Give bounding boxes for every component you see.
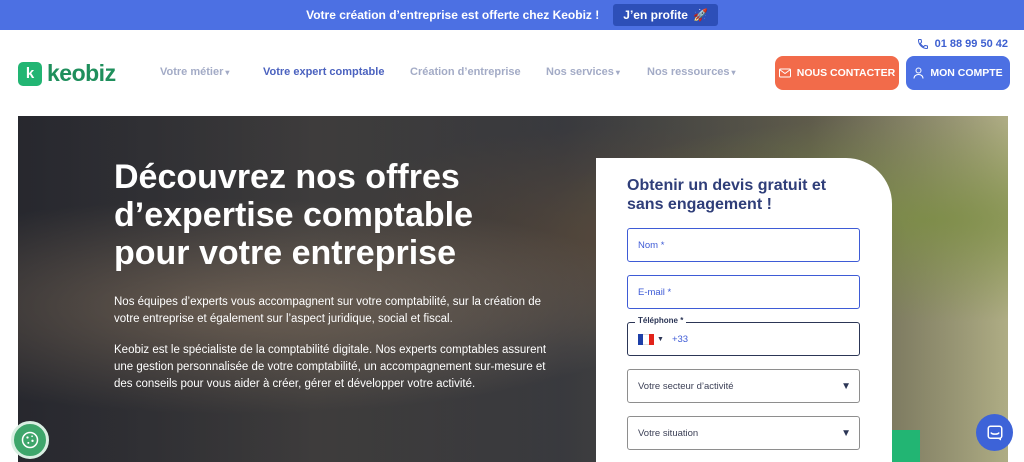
promo-banner: Votre création d’entreprise est offerte … [0,0,1024,30]
promo-text: Votre création d’entreprise est offerte … [306,8,600,22]
account-button-label: MON COMPTE [930,67,1003,79]
email-field[interactable]: E-mail * [627,275,860,309]
mail-icon [778,68,791,78]
nav-item-creation-entreprise[interactable]: Création d’entreprise [410,66,546,78]
account-button[interactable]: MON COMPTE [906,56,1010,90]
phone-link[interactable]: 01 88 99 50 42 [917,38,1008,50]
main-nav: Votre métier ▾ Votre expert comptable Cr… [160,66,757,78]
hero-paragraph-1: Nos équipes d’experts vous accompagnent … [114,296,542,325]
logo-mark-icon: k [18,61,42,86]
email-placeholder: E-mail * [638,286,672,298]
dropdown-arrow-icon: ▼ [841,380,851,392]
cookie-settings-button[interactable] [11,421,49,459]
nav-item-nos-ressources[interactable]: Nos ressources ▾ [647,66,757,78]
site-header: 01 88 99 50 42 k keobiz Votre métier ▾ V… [0,30,1024,116]
cookie-icon [21,431,39,449]
quote-form: Obtenir un devis gratuit et sans engagem… [596,158,892,462]
sector-select[interactable]: Votre secteur d’activité ▼ [627,369,860,403]
promo-cta-button[interactable]: J’en profite 🚀 [613,4,718,26]
phone-number: 01 88 99 50 42 [934,38,1008,50]
logo-text: keobiz [47,60,116,86]
user-icon [913,67,924,79]
chevron-down-icon[interactable]: ▼ [657,336,664,343]
nav-item-label: Nos services [546,66,614,78]
name-placeholder: Nom * [638,239,665,251]
chevron-down-icon: ▾ [615,67,620,77]
name-field[interactable]: Nom * [627,228,860,262]
situation-select-value: Votre situation [638,427,699,439]
nav-item-label: Nos ressources [647,66,730,78]
sector-select-value: Votre secteur d’activité [638,380,734,392]
france-flag-icon[interactable] [638,333,654,345]
chevron-down-icon: ▾ [225,67,230,77]
nav-item-votre-metier[interactable]: Votre métier ▾ [160,66,263,78]
chat-button[interactable] [976,414,1013,451]
situation-select[interactable]: Votre situation ▼ [627,416,860,450]
hero-paragraph-2: Keobiz est le spécialiste de la comptabi… [114,344,547,390]
phone-field[interactable]: Téléphone * ▼ +33 [627,316,860,356]
contact-button-label: NOUS CONTACTER [796,67,896,79]
nav-item-label: Votre expert comptable [263,66,385,78]
nav-item-label: Votre métier [160,66,224,78]
hero-title: Découvrez nos offres d’expertise comptab… [114,158,474,272]
nav-item-votre-expert-comptable[interactable]: Votre expert comptable [263,66,410,78]
form-title: Obtenir un devis gratuit et sans engagem… [627,177,827,213]
rocket-icon: 🚀 [692,8,708,22]
nav-item-nos-services[interactable]: Nos services ▾ [546,66,647,78]
logo[interactable]: k keobiz [18,60,116,87]
dropdown-arrow-icon: ▼ [841,427,851,439]
nav-item-label: Création d’entreprise [410,66,521,78]
phone-icon [917,39,928,50]
contact-button[interactable]: NOUS CONTACTER [775,56,899,90]
promo-cta-label: J’en profite [623,8,688,22]
chevron-down-icon: ▾ [731,67,736,77]
chat-icon [987,425,1002,440]
phone-field-label: Téléphone * [635,316,687,325]
phone-country-code: +33 [671,333,689,345]
